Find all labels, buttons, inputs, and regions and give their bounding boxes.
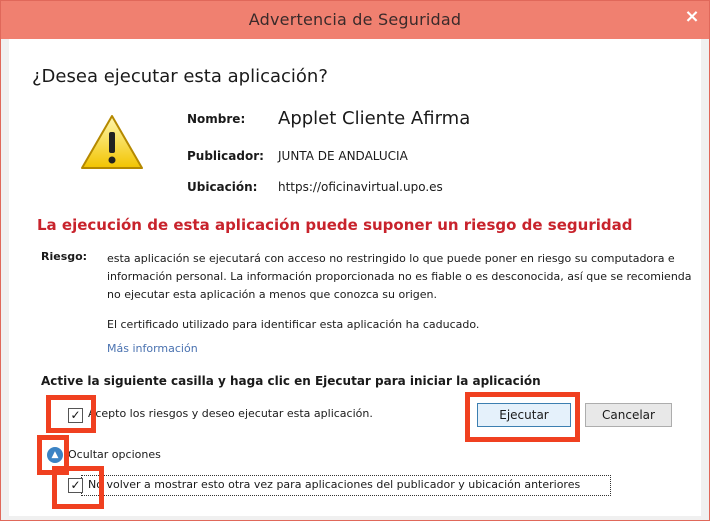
window-title: Advertencia de Seguridad — [248, 10, 462, 29]
name-value: Applet Cliente Afirma — [278, 108, 471, 129]
certificate-expired-text: El certificado utilizado para identifica… — [107, 318, 480, 331]
location-label: Ubicación: — [187, 180, 258, 194]
highlight-accept-checkbox — [46, 395, 96, 433]
cancel-button[interactable]: Cancelar — [585, 403, 672, 427]
title-bar[interactable]: Advertencia de Seguridad × — [1, 1, 709, 39]
risk-description: esta aplicación se ejecutará con acceso … — [107, 252, 692, 301]
risk-title: La ejecución de esta aplicación puede su… — [37, 216, 633, 234]
name-label: Nombre: — [187, 112, 246, 126]
highlight-no-show-checkbox — [52, 466, 104, 509]
risk-label: Riesgo: — [41, 250, 88, 263]
hide-options-toggle[interactable]: Ocultar opciones — [68, 448, 161, 461]
run-question: ¿Desea ejecutar esta aplicación? — [32, 66, 328, 87]
warning-icon — [81, 115, 143, 169]
more-info-link[interactable]: Más información — [107, 342, 198, 355]
close-button[interactable]: × — [679, 4, 705, 28]
no-show-again-label[interactable]: No volver a mostrar esto otra vez para a… — [88, 478, 580, 491]
location-value: https://oficinavirtual.upo.es — [278, 180, 443, 194]
accept-risk-label[interactable]: Acepto los riesgos y deseo ejecutar esta… — [88, 407, 373, 420]
highlight-run-button — [465, 392, 580, 442]
publisher-label: Publicador: — [187, 149, 264, 163]
instruction-text: Active la siguiente casilla y haga clic … — [41, 374, 541, 388]
publisher-value: JUNTA DE ANDALUCIA — [278, 149, 408, 163]
